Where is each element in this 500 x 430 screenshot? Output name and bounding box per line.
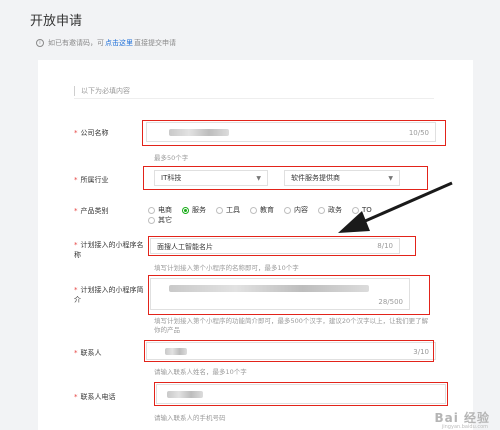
contact-help: 请输入联系人姓名，最多10个字 [154, 368, 247, 376]
phone-help: 请输入联系人的手机号码 [154, 414, 226, 422]
company-input[interactable]: 10/50 [146, 122, 436, 142]
category-option-ecommerce[interactable]: 电商 [148, 205, 172, 215]
category-option-tool[interactable]: 工具 [216, 205, 240, 215]
miniapp-name-label: * 计划接入的小程序名称 [74, 241, 144, 259]
page-title: 开放申请 [30, 14, 83, 29]
category-option-content[interactable]: 内容 [284, 205, 308, 215]
watermark-url: jingyan.baidu.com [441, 424, 488, 430]
miniapp-intro-counter: 28/500 [378, 298, 403, 306]
miniapp-intro-help: 填写计划接入第个小程序的功能简介即可，最多500个汉字，建议20个汉字以上，让我… [154, 317, 429, 334]
hint-prefix: 如已有邀请码，可 [48, 39, 104, 47]
section-divider [74, 98, 434, 99]
phone-input[interactable] [156, 384, 446, 404]
application-form: 以下为必填内容 * 公司名称 10/50 最多50个字 * 所属行业 IT科技 ▼ … [38, 60, 473, 430]
miniapp-intro-textarea[interactable]: 28/500 [150, 278, 410, 310]
annotation-arrow-icon [338, 181, 453, 233]
company-label: * 公司名称 [74, 129, 109, 137]
category-label: * 产品类别 [74, 207, 109, 215]
click-here-link[interactable]: 点击这里 [105, 38, 133, 48]
company-counter: 10/50 [408, 129, 429, 137]
category-option-education[interactable]: 教育 [250, 205, 274, 215]
contact-counter: 3/10 [413, 348, 429, 356]
miniapp-name-help: 填写计划接入第个小程序的名称即可，最多10个字 [154, 264, 299, 272]
section-label: 以下为必填内容 [74, 86, 130, 96]
invite-hint: i 如已有邀请码，可 点击这里 直接提交申请 [36, 38, 176, 48]
industry-label: * 所属行业 [74, 176, 109, 184]
info-icon: i [36, 39, 44, 47]
industry-primary-select[interactable]: IT科技 ▼ [154, 170, 268, 186]
chevron-down-icon: ▼ [256, 174, 261, 182]
contact-input[interactable]: 3/10 [146, 342, 436, 360]
hint-suffix: 直接提交申请 [134, 39, 176, 47]
category-option-other[interactable]: 其它 [148, 215, 172, 225]
company-help: 最多50个字 [154, 154, 189, 162]
miniapp-intro-label: * 计划接入的小程序简介 [74, 286, 144, 304]
contact-label: * 联系人 [74, 349, 102, 357]
category-option-service[interactable]: 服务 [182, 205, 206, 215]
phone-label: * 联系人电话 [74, 393, 116, 401]
